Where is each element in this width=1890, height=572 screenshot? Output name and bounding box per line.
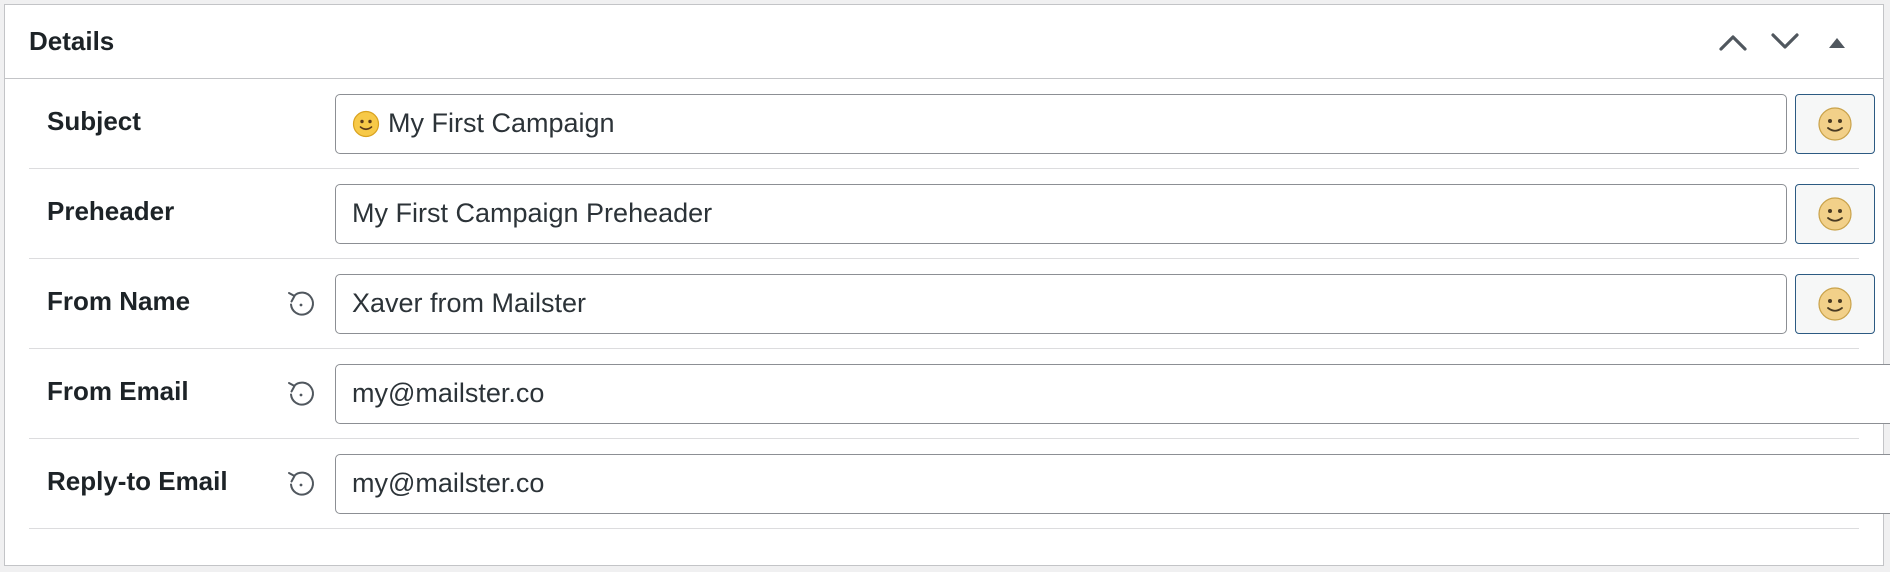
from-name-reset-button[interactable] <box>279 282 323 326</box>
details-panel: Details Subject My First Campaign Prehea… <box>4 4 1890 566</box>
panel-header: Details <box>5 5 1883 79</box>
move-down-button[interactable] <box>1759 16 1811 68</box>
preheader-input[interactable] <box>352 198 1770 229</box>
reply-to-email-label: Reply-to Email <box>47 466 228 496</box>
reply-to-email-field[interactable] <box>335 453 1890 514</box>
preheader-emoji-button[interactable] <box>1795 183 1875 244</box>
subject-emoji-button[interactable] <box>1795 93 1875 154</box>
from-email-reset-button[interactable] <box>279 372 323 416</box>
reply-to-email-reset-button[interactable] <box>279 462 323 506</box>
chevron-down-icon <box>1771 32 1799 49</box>
triangle-up-icon <box>1829 37 1845 48</box>
subject-label: Subject <box>47 106 141 136</box>
from-email-field[interactable] <box>335 363 1890 424</box>
reset-icon <box>288 381 314 406</box>
reset-icon <box>288 291 314 316</box>
from-name-emoji-button[interactable] <box>1795 273 1875 334</box>
row-from-name: From Name <box>29 259 1875 349</box>
smiley-icon <box>1818 286 1852 321</box>
reset-icon <box>288 471 314 496</box>
chevron-up-icon <box>1719 34 1747 51</box>
panel-header-controls <box>1707 5 1883 78</box>
details-rows: Subject Preheader <box>5 79 1890 529</box>
row-from-email: From Email <box>29 349 1890 439</box>
from-name-input[interactable] <box>352 288 1770 319</box>
subject-input[interactable] <box>388 108 1770 139</box>
preheader-label: Preheader <box>47 196 175 226</box>
subject-field[interactable] <box>335 93 1787 154</box>
reply-to-email-input[interactable] <box>352 468 1880 499</box>
toggle-panel-button[interactable] <box>1811 16 1863 68</box>
row-subject: Subject <box>29 79 1875 169</box>
from-email-label: From Email <box>47 376 189 406</box>
smiley-icon <box>1818 106 1852 141</box>
smiley-icon <box>352 110 380 137</box>
panel-title: Details <box>29 26 115 56</box>
from-email-input[interactable] <box>352 378 1880 409</box>
preheader-field[interactable] <box>335 183 1787 244</box>
row-reply-to-email: Reply-to Email <box>29 439 1890 529</box>
from-name-label: From Name <box>47 286 191 316</box>
row-preheader: Preheader <box>29 169 1875 259</box>
smiley-icon <box>1818 196 1852 231</box>
move-up-button[interactable] <box>1707 16 1759 68</box>
from-name-field[interactable] <box>335 273 1787 334</box>
